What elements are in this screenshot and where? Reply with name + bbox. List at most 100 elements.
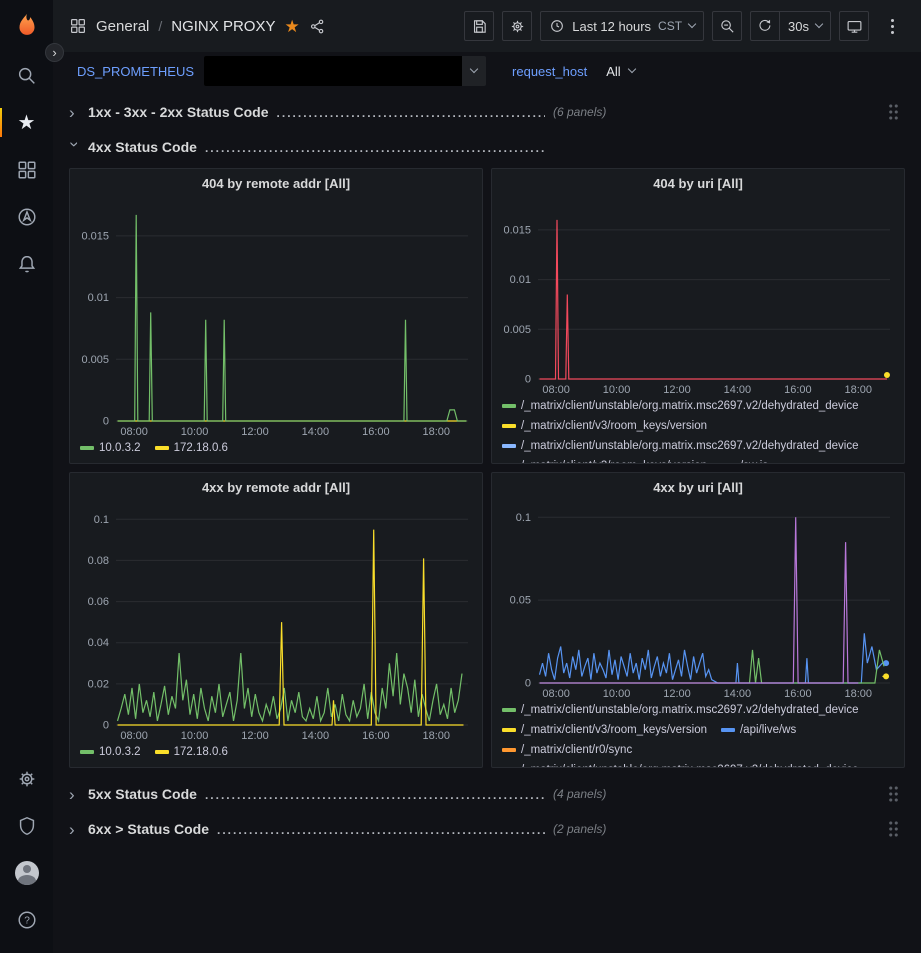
legend-label: /_matrix/client/v3/room_keys/version	[521, 417, 707, 435]
legend-label: 10.0.3.2	[99, 743, 141, 761]
chart-404-by-remote-addr[interactable]: 00.0050.010.01508:0010:0012:0014:0016:00…	[70, 197, 482, 439]
svg-text:0.04: 0.04	[88, 637, 109, 649]
sidebar-item-explore[interactable]	[0, 193, 53, 240]
row-title: 1xx - 3xx - 2xx Status Code	[88, 104, 269, 120]
legend-item[interactable]: /_matrix/client/v3/room_keys/version	[502, 721, 707, 739]
legend-swatch	[502, 444, 516, 448]
row-6xx[interactable]: › 6xx > Status Code ....................…	[69, 815, 905, 843]
refresh-interval-dropdown[interactable]: 30s	[780, 11, 831, 41]
datasource-variable-dropdown[interactable]	[204, 56, 486, 86]
sidebar-item-search[interactable]	[0, 52, 53, 99]
row-dots: ........................................…	[217, 823, 545, 837]
star-icon: ★	[18, 113, 36, 133]
sidebar-item-server-admin[interactable]	[0, 802, 53, 849]
grafana-logo[interactable]	[0, 0, 53, 52]
row-drag-handle[interactable]	[888, 785, 899, 803]
svg-text:12:00: 12:00	[663, 688, 691, 700]
legend-item[interactable]: /_matrix/client/unstable/org.matrix.msc2…	[502, 701, 859, 719]
svg-text:0.05: 0.05	[510, 595, 531, 607]
sidebar-bottom: ?	[0, 755, 53, 943]
dashboard-settings-button[interactable]	[502, 11, 532, 41]
svg-text:0.1: 0.1	[516, 512, 531, 524]
legend-label: /api/live/ws	[740, 721, 796, 739]
panel-title[interactable]: 404 by remote addr [All]	[70, 169, 482, 197]
legend-item[interactable]: /_matrix/client/unstable/org.matrix.msc2…	[502, 397, 859, 415]
chart-4xx-by-remote-addr[interactable]: 00.020.040.060.080.108:0010:0012:0014:00…	[70, 501, 482, 743]
grafana-flame-icon	[12, 11, 42, 41]
svg-text:08:00: 08:00	[542, 688, 570, 700]
row-title: 6xx > Status Code	[88, 821, 209, 837]
legend-label: /sw.js	[740, 457, 768, 464]
time-range-picker[interactable]: Last 12 hours CST	[540, 11, 704, 41]
sidebar-item-alerting[interactable]	[0, 240, 53, 287]
breadcrumb-folder[interactable]: General	[96, 18, 149, 35]
legend-item[interactable]: /_matrix/client/unstable/org.matrix.msc2…	[502, 761, 859, 768]
tv-mode-button[interactable]	[839, 11, 869, 41]
chart-legend: 10.0.3.2 172.18.0.6	[70, 743, 482, 767]
svg-text:14:00: 14:00	[302, 426, 330, 438]
breadcrumb-divider: /	[158, 18, 162, 34]
svg-text:16:00: 16:00	[784, 384, 812, 396]
datasource-variable-label[interactable]: DS_PROMETHEUS	[69, 58, 202, 85]
legend-label: /_matrix/client/unstable/org.matrix.msc2…	[521, 397, 859, 415]
svg-text:?: ?	[24, 915, 30, 926]
sidebar-item-profile[interactable]	[0, 849, 53, 896]
row-1xx-3xx-2xx[interactable]: › 1xx - 3xx - 2xx Status Code ..........…	[69, 98, 905, 126]
favorite-star-icon[interactable]: ★	[284, 18, 299, 35]
more-options-button[interactable]	[877, 11, 907, 41]
legend-item[interactable]: /_matrix/client/unstable/org.matrix.msc2…	[502, 437, 859, 455]
save-dashboard-button[interactable]	[464, 11, 494, 41]
legend-swatch	[155, 750, 169, 754]
legend-item[interactable]: 10.0.3.2	[80, 743, 141, 761]
panel-4xx-by-uri: 4xx by uri [All] 00.050.108:0010:0012:00…	[491, 472, 905, 768]
svg-text:18:00: 18:00	[423, 730, 451, 742]
shield-icon	[16, 815, 38, 837]
panel-title[interactable]: 4xx by remote addr [All]	[70, 473, 482, 501]
legend-item[interactable]: /sw.js	[721, 457, 768, 464]
svg-text:14:00: 14:00	[302, 730, 330, 742]
legend-item[interactable]: /api/live/ws	[721, 721, 796, 739]
request-host-variable-dropdown[interactable]: All	[597, 56, 643, 86]
row-drag-handle[interactable]	[888, 103, 899, 121]
zoom-out-button[interactable]	[712, 11, 742, 41]
sidebar-item-dashboards[interactable]	[0, 146, 53, 193]
svg-text:16:00: 16:00	[362, 426, 390, 438]
sidebar-item-configuration[interactable]	[0, 755, 53, 802]
svg-text:10:00: 10:00	[181, 426, 209, 438]
chart-4xx-by-uri[interactable]: 00.050.108:0010:0012:0014:0016:0018:00	[492, 501, 904, 701]
svg-text:0.015: 0.015	[503, 224, 531, 236]
legend-swatch	[502, 708, 516, 712]
sidebar-item-starred[interactable]: ★	[0, 99, 53, 146]
chevron-down-icon	[627, 65, 635, 73]
row-drag-handle[interactable]	[888, 820, 899, 838]
sidebar-item-help[interactable]: ?	[0, 896, 53, 943]
row-5xx[interactable]: › 5xx Status Code ......................…	[69, 780, 905, 808]
refresh-icon	[757, 18, 773, 34]
time-range-label: Last 12 hours	[572, 19, 651, 34]
legend-item[interactable]: /_matrix/client/v3/room_keys/version	[502, 457, 707, 464]
row-dots: ........................................…	[205, 788, 545, 802]
share-icon[interactable]	[309, 18, 326, 35]
legend-item[interactable]: 172.18.0.6	[155, 439, 228, 457]
row-4xx[interactable]: › 4xx Status Code ......................…	[69, 133, 905, 161]
legend-item[interactable]: 172.18.0.6	[155, 743, 228, 761]
svg-text:08:00: 08:00	[542, 384, 570, 396]
chart-legend: /_matrix/client/unstable/org.matrix.msc2…	[492, 397, 904, 464]
template-variables-bar: DS_PROMETHEUS request_host All	[53, 52, 921, 90]
svg-text:0: 0	[103, 720, 109, 732]
avatar	[15, 861, 39, 885]
variable-datasource: DS_PROMETHEUS	[69, 56, 486, 86]
svg-text:10:00: 10:00	[603, 384, 631, 396]
sidebar: ★	[0, 0, 53, 953]
panel-title[interactable]: 404 by uri [All]	[492, 169, 904, 197]
svg-text:10:00: 10:00	[603, 688, 631, 700]
panel-title[interactable]: 4xx by uri [All]	[492, 473, 904, 501]
legend-item[interactable]: /_matrix/client/v3/room_keys/version	[502, 417, 707, 435]
chart-404-by-uri[interactable]: 00.0050.010.01508:0010:0012:0014:0016:00…	[492, 197, 904, 397]
refresh-button[interactable]	[750, 11, 780, 41]
sidebar-expand-button[interactable]: ›	[45, 43, 64, 62]
request-host-variable-label[interactable]: request_host	[504, 58, 595, 85]
panel-404-by-uri: 404 by uri [All] 00.0050.010.01508:0010:…	[491, 168, 905, 464]
legend-item[interactable]: /_matrix/client/r0/sync	[502, 741, 632, 759]
legend-item[interactable]: 10.0.3.2	[80, 439, 141, 457]
